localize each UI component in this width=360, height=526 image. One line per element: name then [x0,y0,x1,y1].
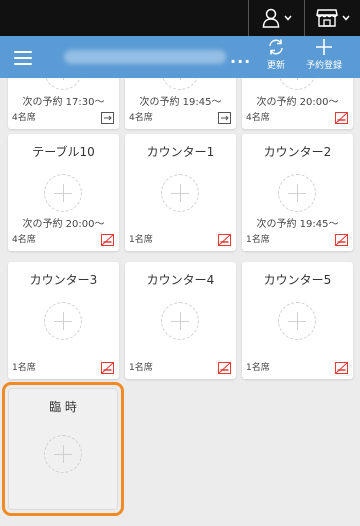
top-system-bar [0,0,360,36]
hamburger-menu-icon[interactable] [14,47,34,67]
table-name: カウンター1 [146,145,215,159]
next-reservation: 次の予約 19:45～ [139,97,222,108]
add-reservation-icon[interactable] [161,174,199,212]
split-table-icon [101,112,114,124]
app-header: ... 更新 予約登録 [0,36,360,78]
table-card[interactable]: テーブル10 次の予約 20:00～ 4名席 [8,134,119,251]
table-card[interactable]: 次の予約 20:00～ 4名席 [242,78,353,129]
store-icon [315,9,338,27]
add-reservation-label: 予約登録 [305,61,342,71]
add-reservation-icon[interactable] [278,78,316,90]
table-name: 臨 時 [49,400,77,414]
seat-count: 1名席 [246,363,270,373]
no-smoking-icon [101,234,114,246]
refresh-button[interactable]: 更新 [251,38,301,76]
table-name: カウンター4 [146,273,215,287]
add-reservation-icon[interactable] [161,78,199,90]
no-smoking-icon [335,112,348,124]
table-card[interactable]: カウンター3 1名席 [8,262,119,379]
table-grid: 次の予約 17:30～ 4名席 次の予約 19:45～ 4名席 次の予約 20:… [0,78,360,526]
refresh-icon [269,39,283,55]
next-reservation: 次の予約 20:00～ [256,97,339,108]
table-card[interactable]: 次の予約 19:45～ 4名席 [125,78,236,129]
refresh-label: 更新 [266,61,285,71]
add-reservation-button[interactable]: 予約登録 [299,38,349,76]
next-reservation: 次の予約 17:30～ [22,97,105,108]
no-smoking-icon [101,362,114,374]
add-reservation-icon[interactable] [44,78,82,90]
store-menu-button[interactable] [305,0,360,36]
plus-icon [316,39,332,55]
table-card[interactable]: カウンター5 1名席 [242,262,353,379]
add-reservation-icon[interactable] [44,435,82,473]
table-card[interactable]: 次の予約 17:30～ 4名席 [8,78,119,129]
seat-count: 4名席 [246,113,270,123]
table-name: カウンター5 [263,273,332,287]
chevron-down-icon [283,15,292,21]
seat-count: 1名席 [12,363,36,373]
seat-count: 4名席 [12,235,36,245]
no-smoking-icon [218,362,231,374]
add-reservation-icon[interactable] [44,302,82,340]
table-card[interactable]: カウンター1 1名席 [125,134,236,251]
table-name: テーブル10 [32,145,95,159]
table-card[interactable]: カウンター4 1名席 [125,262,236,379]
seat-count: 4名席 [12,113,36,123]
no-smoking-icon [335,234,348,246]
add-reservation-icon[interactable] [278,174,316,212]
no-smoking-icon [335,362,348,374]
add-reservation-icon[interactable] [44,174,82,212]
next-reservation: 次の予約 19:45～ [256,219,339,230]
table-name: カウンター2 [263,145,332,159]
store-name-blurred [64,50,226,64]
temporary-table-highlight: 臨 時 [2,382,124,516]
table-card[interactable]: カウンター2 次の予約 19:45～ 1名席 [242,134,353,251]
title-ellipsis: ... [230,48,252,67]
add-reservation-icon[interactable] [161,302,199,340]
seat-count: 1名席 [129,363,153,373]
temporary-table-card[interactable]: 臨 時 [8,388,118,510]
table-name: カウンター3 [29,273,98,287]
no-smoking-icon [218,234,231,246]
split-table-icon [218,112,231,124]
seat-count: 4名席 [129,113,153,123]
user-icon [262,8,279,28]
seat-count: 1名席 [129,235,153,245]
chevron-down-icon [341,15,350,21]
add-reservation-icon[interactable] [278,302,316,340]
account-menu-button[interactable] [249,0,304,36]
next-reservation: 次の予約 20:00～ [22,219,105,230]
seat-count: 1名席 [246,235,270,245]
